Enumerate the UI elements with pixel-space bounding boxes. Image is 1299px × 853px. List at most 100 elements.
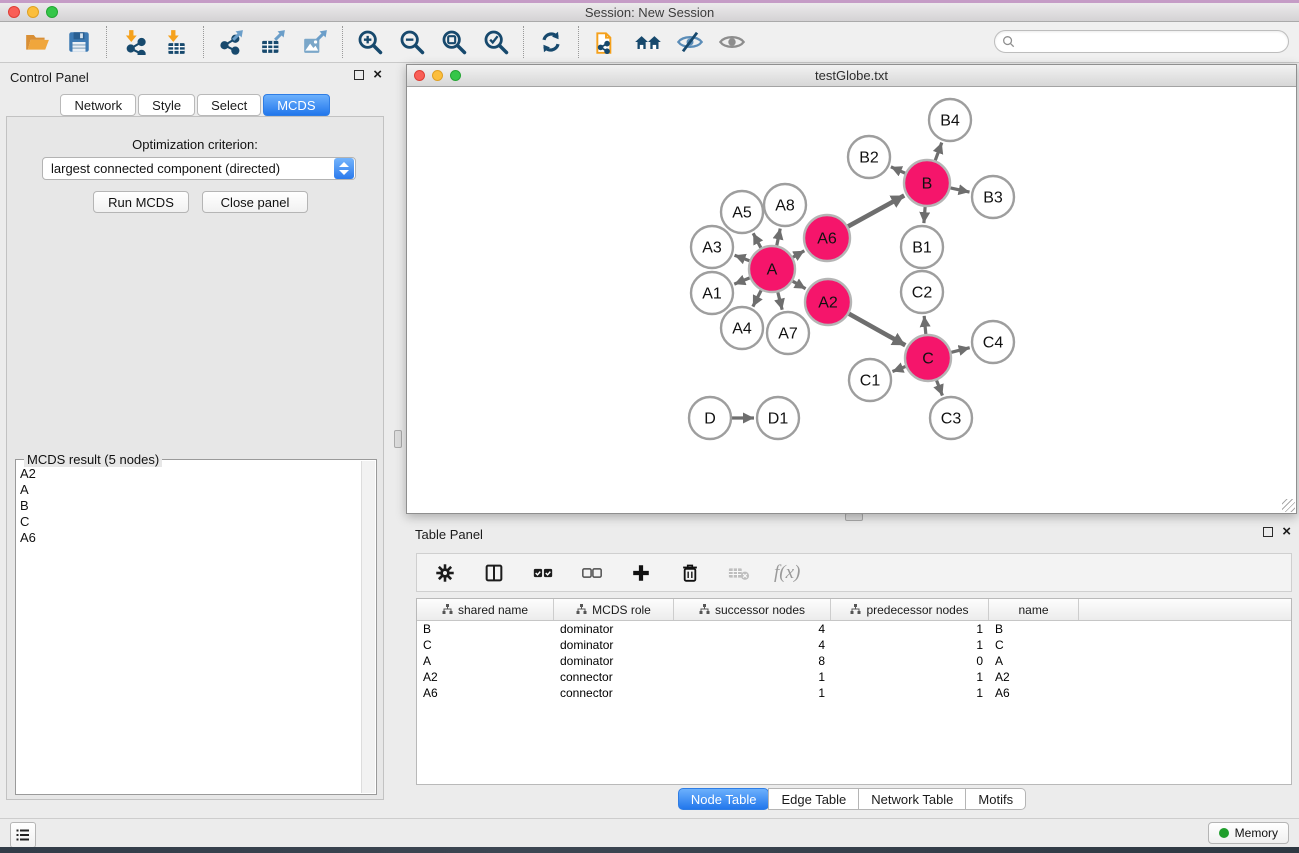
table-cell[interactable]: dominator (554, 637, 674, 653)
mcds-result-item[interactable]: A (18, 482, 360, 498)
table-cell[interactable]: 1 (831, 637, 989, 653)
graph-edge-C-C2[interactable] (924, 316, 926, 334)
table-cell[interactable]: 4 (674, 637, 831, 653)
column-header-predecessor-nodes[interactable]: predecessor nodes (831, 599, 989, 620)
column-header-name[interactable]: name (989, 599, 1079, 620)
export-network-icon[interactable] (217, 28, 245, 56)
table-row[interactable]: Adominator80A (417, 653, 1291, 669)
graph-edge-A-A6[interactable] (793, 251, 804, 257)
column-header-shared-name[interactable]: shared name (417, 599, 554, 620)
memory-button[interactable]: Memory (1208, 822, 1289, 844)
network-window-titlebar[interactable]: testGlobe.txt (407, 65, 1296, 87)
column-header-successor-nodes[interactable]: successor nodes (674, 599, 831, 620)
column-header-MCDS-role[interactable]: MCDS role (554, 599, 674, 620)
table-cell[interactable]: 1 (674, 685, 831, 701)
mcds-result-item[interactable]: A6 (18, 530, 360, 546)
table-cell[interactable]: A (417, 653, 554, 669)
table-row[interactable]: A2connector11A2 (417, 669, 1291, 685)
tab-style[interactable]: Style (138, 94, 195, 116)
graph-edge-A-A4[interactable] (753, 290, 761, 306)
hide-selection-icon[interactable] (676, 28, 704, 56)
table-row[interactable]: Bdominator41B (417, 621, 1291, 637)
table-cell[interactable]: dominator (554, 621, 674, 637)
unselect-all-columns-icon[interactable] (578, 559, 606, 587)
zoom-out-icon[interactable] (398, 28, 426, 56)
graph-edge-B-B3[interactable] (950, 188, 969, 192)
tab-mcds[interactable]: MCDS (263, 94, 329, 116)
zoom-in-icon[interactable] (356, 28, 384, 56)
table-cell[interactable]: 1 (674, 669, 831, 685)
table-cell[interactable]: A6 (417, 685, 554, 701)
new-network-from-file-icon[interactable] (592, 28, 620, 56)
select-all-columns-icon[interactable] (529, 559, 557, 587)
run-mcds-button[interactable]: Run MCDS (93, 191, 189, 213)
table-settings-icon[interactable] (431, 559, 459, 587)
table-cell[interactable]: 4 (674, 621, 831, 637)
graph-edge-B-B2[interactable] (891, 167, 905, 173)
table-cell[interactable]: 8 (674, 653, 831, 669)
zoom-fit-icon[interactable] (440, 28, 468, 56)
task-history-button[interactable] (10, 822, 36, 848)
tab-network[interactable]: Network (60, 94, 136, 116)
table-cell[interactable]: connector (554, 685, 674, 701)
table-cell[interactable]: 1 (831, 621, 989, 637)
open-session-icon[interactable] (23, 28, 51, 56)
table-cell[interactable]: 0 (831, 653, 989, 669)
tab-select[interactable]: Select (197, 94, 261, 116)
table-row[interactable]: A6connector11A6 (417, 685, 1291, 701)
table-cell[interactable]: A (989, 653, 1079, 669)
show-all-icon[interactable] (718, 28, 746, 56)
graph-edge-B-B4[interactable] (935, 143, 942, 161)
zoom-selected-icon[interactable] (482, 28, 510, 56)
table-cell[interactable]: B (417, 621, 554, 637)
export-image-icon[interactable] (301, 28, 329, 56)
close-panel-icon[interactable]: × (373, 70, 382, 80)
window-titlebar[interactable]: Session: New Session (0, 3, 1299, 22)
table-cell[interactable]: C (417, 637, 554, 653)
tab-motifs[interactable]: Motifs (965, 788, 1026, 810)
graph-edge-A-A5[interactable] (753, 233, 761, 248)
tab-network-table[interactable]: Network Table (858, 788, 966, 810)
search-input[interactable] (1015, 33, 1288, 51)
graph-edge-A-A1[interactable] (734, 278, 749, 284)
create-column-icon[interactable] (627, 559, 655, 587)
graph-edge-A-A2[interactable] (793, 281, 806, 289)
graph-edge-A-A7[interactable] (778, 292, 782, 309)
save-session-icon[interactable] (65, 28, 93, 56)
delete-column-icon[interactable] (676, 559, 704, 587)
table-cell[interactable]: 1 (831, 669, 989, 685)
window-resize-grip[interactable] (1282, 499, 1295, 512)
table-cell[interactable]: 1 (831, 685, 989, 701)
refresh-icon[interactable] (537, 28, 565, 56)
table-cell[interactable]: A2 (989, 669, 1079, 685)
float-panel-icon[interactable] (354, 70, 364, 80)
graph-edge-B-B1[interactable] (924, 207, 925, 223)
export-table-icon[interactable] (259, 28, 287, 56)
tab-node-table[interactable]: Node Table (678, 788, 770, 810)
search-box[interactable] (994, 30, 1289, 53)
graph-edge-C-C3[interactable] (937, 380, 943, 395)
table-cell[interactable]: connector (554, 669, 674, 685)
first-neighbors-icon[interactable] (634, 28, 662, 56)
vertical-splitter-handle[interactable] (394, 430, 402, 448)
mcds-result-item[interactable]: B (18, 498, 360, 514)
table-row[interactable]: Cdominator41C (417, 637, 1291, 653)
close-panel-button[interactable]: Close panel (202, 191, 308, 213)
graph-edge-A-A3[interactable] (735, 255, 750, 260)
close-table-panel-icon[interactable]: × (1282, 527, 1291, 537)
optimization-criterion-select[interactable]: largest connected component (directed) (42, 157, 356, 180)
table-cell[interactable]: B (989, 621, 1079, 637)
tab-edge-table[interactable]: Edge Table (768, 788, 859, 810)
table-cell[interactable]: A6 (989, 685, 1079, 701)
table-cell[interactable]: dominator (554, 653, 674, 669)
graph-edge-A-A8[interactable] (777, 229, 780, 246)
import-table-icon[interactable] (162, 28, 190, 56)
network-canvas[interactable]: B4B2BB3A5A8A6A3AB1A1A2C2A4A7C4CC1C3DD1 (407, 87, 1296, 513)
graph-edge-A2-C[interactable] (849, 314, 905, 346)
table-cell[interactable]: A2 (417, 669, 554, 685)
float-table-panel-icon[interactable] (1263, 527, 1273, 537)
import-network-icon[interactable] (120, 28, 148, 56)
mcds-result-item[interactable]: C (18, 514, 360, 530)
graph-edge-A6-B[interactable] (848, 196, 904, 227)
graph-edge-C-C4[interactable] (951, 348, 969, 353)
